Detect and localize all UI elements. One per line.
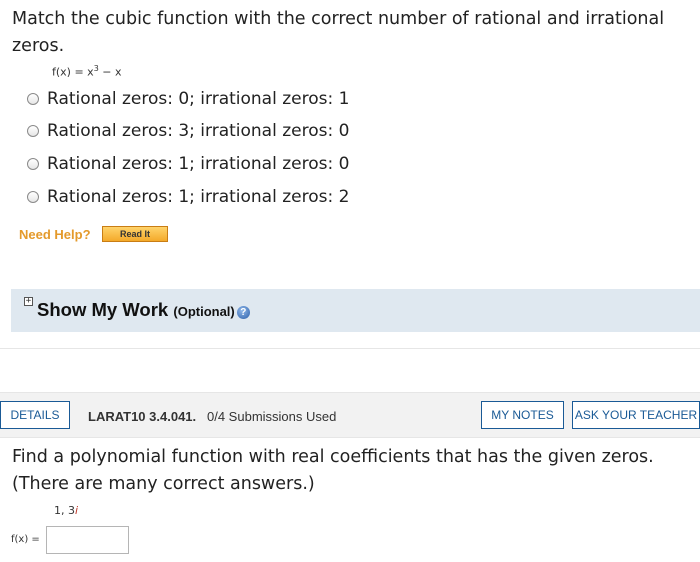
help-icon[interactable]: ? xyxy=(236,306,250,319)
show-my-work-label: Show My Work xyxy=(37,299,169,320)
zeros-imag-unit: i xyxy=(75,504,79,517)
zeros-real: 1, 3 xyxy=(54,504,75,517)
option-2[interactable]: Rational zeros: 3; irrational zeros: 0 xyxy=(27,120,349,142)
option-2-label: Rational zeros: 3; irrational zeros: 0 xyxy=(47,121,350,141)
question-2-text: Find a polynomial function with real coe… xyxy=(12,447,654,494)
option-4-label: Rational zeros: 1; irrational zeros: 2 xyxy=(47,187,350,207)
given-zeros: 1, 3i xyxy=(54,504,78,517)
optional-label: (Optional) xyxy=(173,304,235,319)
question-id: LARAT10 3.4.041. xyxy=(88,409,197,424)
read-it-button[interactable]: Read It xyxy=(102,226,168,242)
expand-icon[interactable]: + xyxy=(24,297,33,306)
function-prefix: f(x) = x xyxy=(52,65,94,79)
need-help-label: Need Help? xyxy=(19,227,91,242)
option-1-label: Rational zeros: 0; irrational zeros: 1 xyxy=(47,89,350,109)
radio-option-4[interactable] xyxy=(27,191,39,203)
ask-teacher-button[interactable]: ASK YOUR TEACHER xyxy=(572,401,700,429)
option-3-label: Rational zeros: 1; irrational zeros: 0 xyxy=(47,154,350,174)
option-1[interactable]: Rational zeros: 0; irrational zeros: 1 xyxy=(27,88,349,110)
details-button[interactable]: DETAILS xyxy=(0,401,70,429)
my-notes-button[interactable]: MY NOTES xyxy=(481,401,564,429)
show-my-work-title[interactable]: Show My Work (Optional)? xyxy=(37,299,250,321)
radio-option-1[interactable] xyxy=(27,93,39,105)
question-1-text: Match the cubic function with the correc… xyxy=(12,9,665,56)
answer-label: f(x) = xyxy=(11,534,40,545)
radio-option-3[interactable] xyxy=(27,158,39,170)
cubic-function: f(x) = x3 − x xyxy=(52,64,122,79)
option-3[interactable]: Rational zeros: 1; irrational zeros: 0 xyxy=(27,153,349,175)
answer-input[interactable] xyxy=(46,526,129,554)
function-suffix: − x xyxy=(98,65,122,79)
divider xyxy=(0,348,700,349)
option-4[interactable]: Rational zeros: 1; irrational zeros: 2 xyxy=(27,186,349,208)
radio-option-2[interactable] xyxy=(27,125,39,137)
submissions-count: 0/4 Submissions Used xyxy=(207,409,337,424)
